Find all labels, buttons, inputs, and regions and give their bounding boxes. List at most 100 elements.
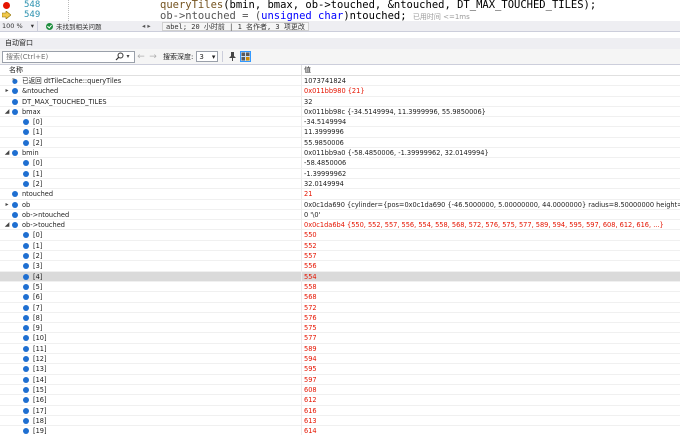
variable-row[interactable]: [10] 577 (0, 333, 680, 344)
expand-arrow-icon[interactable]: ▸ (3, 200, 11, 210)
variable-row[interactable]: [11] 589 (0, 343, 680, 355)
variable-row[interactable]: [8] 576 (0, 312, 680, 324)
variable-row[interactable]: [19] 614 (0, 426, 680, 435)
variable-value[interactable]: 0x011bb980 {21} (304, 86, 365, 96)
variable-row[interactable]: [9] 575 (0, 323, 680, 334)
collapse-arrow-icon[interactable]: ◢ (3, 220, 11, 230)
variable-value[interactable]: 572 (304, 303, 317, 313)
variable-row[interactable]: [18] 613 (0, 415, 680, 427)
variable-value[interactable]: 575 (304, 323, 317, 333)
perf-tip[interactable]: 已用时间 <=1ms (413, 13, 470, 21)
variable-value[interactable]: 0 '\0' (304, 210, 320, 220)
issue-nav-arrows[interactable]: ◂ ▸ (142, 22, 162, 30)
variable-value[interactable]: 568 (304, 292, 317, 302)
variable-row[interactable]: [4] 554 (0, 271, 680, 282)
variable-value[interactable]: 576 (304, 313, 317, 323)
variable-value[interactable]: 558 (304, 282, 317, 292)
variable-value[interactable]: 0x0c1da690 {cylinder={pos=0x0c1da690 {-4… (304, 200, 680, 210)
git-codelens[interactable]: abel; 20 小时前 | 1 名作者, 3 项更改 (162, 21, 309, 31)
variable-value[interactable]: 608 (304, 385, 317, 395)
variable-row[interactable]: [16] 612 (0, 395, 680, 406)
variable-row[interactable]: ◢ bmax 0x011bb98c {-34.5149994, 11.3999996… (0, 106, 680, 118)
zoom-dropdown[interactable]: 100 % ▾ (0, 20, 38, 32)
variable-row[interactable]: [0] 550 (0, 230, 680, 241)
variable-row[interactable]: ◢ bmin 0x011bb9a0 {-58.4850006, -1.3999996… (0, 148, 680, 159)
code-editor[interactable]: 548 549 queryTiles(bmin, bmax, ob->touch… (0, 0, 680, 21)
variable-row[interactable]: [2] 557 (0, 251, 680, 262)
variable-row[interactable]: [15] 608 (0, 384, 680, 396)
search-back-arrow-icon[interactable]: ← (135, 52, 147, 62)
variable-value[interactable]: 0x011bb9a0 {-58.4850006, -1.39999962, 32… (304, 148, 489, 158)
collapse-arrow-icon[interactable]: ◢ (3, 148, 11, 158)
variable-value[interactable]: 616 (304, 406, 317, 416)
chevron-down-icon[interactable]: ▾ (124, 53, 132, 60)
search-box[interactable]: ▾ (2, 50, 135, 63)
breakpoint-icon[interactable] (3, 2, 10, 9)
variable-value[interactable]: 550 (304, 230, 317, 240)
view-toggle-button[interactable] (240, 51, 252, 62)
variable-row[interactable]: ◢ ob->touched 0x0c1da6b4 {550, 552, 557, 5… (0, 220, 680, 231)
issues-indicator[interactable]: 未找到相关问题 (38, 21, 142, 31)
variable-value[interactable]: 595 (304, 364, 317, 374)
variable-row[interactable]: [1] 552 (0, 240, 680, 252)
variable-value[interactable]: 554 (304, 272, 317, 282)
variable-value[interactable]: 0x011bb98c {-34.5149994, 11.3999996, 55.… (304, 107, 486, 117)
variable-value[interactable]: 0x0c1da6b4 {550, 552, 557, 556, 554, 558… (304, 220, 664, 230)
expand-arrow-icon[interactable]: ▸ (3, 86, 11, 96)
variable-row[interactable]: ▸ ob 0x0c1da690 {cylinder={pos=0x0c1da690 … (0, 199, 680, 210)
search-icon[interactable] (115, 52, 124, 61)
variable-row[interactable]: [1] -1.39999962 (0, 168, 680, 179)
variable-value[interactable]: 556 (304, 261, 317, 271)
variable-value[interactable]: 597 (304, 375, 317, 385)
search-forward-arrow-icon[interactable]: → (147, 52, 159, 62)
variable-value[interactable]: 612 (304, 395, 317, 405)
variable-value[interactable]: 589 (304, 344, 317, 354)
variable-value[interactable]: 577 (304, 333, 317, 343)
variable-value[interactable]: 32 (304, 97, 312, 107)
variable-row[interactable]: ▸ &ntouched 0x011bb980 {21} (0, 86, 680, 97)
variable-row[interactable]: ob->ntouched 0 '\0' (0, 209, 680, 221)
code-line-549[interactable]: ob->ntouched = (unsigned char)ntouched; … (160, 10, 470, 21)
variable-value[interactable]: 557 (304, 251, 317, 261)
editor-gutter[interactable]: 548 549 (0, 0, 56, 21)
variable-row[interactable]: [6] 568 (0, 292, 680, 303)
variable-value[interactable]: 614 (304, 426, 317, 435)
variable-row[interactable]: 已返回 dtTileCache::queryTiles 1073741824 (0, 76, 680, 87)
collapse-arrow-icon[interactable]: ◢ (3, 107, 11, 117)
variable-row[interactable]: [0] -34.5149994 (0, 117, 680, 128)
variable-value[interactable]: 11.3999996 (304, 127, 344, 137)
column-resize-handle[interactable] (301, 65, 302, 76)
variable-value[interactable]: 613 (304, 416, 317, 426)
column-header-value[interactable]: 值 (304, 65, 311, 76)
chevron-left-icon[interactable]: ◂ (142, 22, 145, 30)
variable-value[interactable]: 1073741824 (304, 76, 346, 86)
variable-row[interactable]: [12] 594 (0, 354, 680, 365)
chevron-right-icon[interactable]: ▸ (147, 22, 150, 30)
variable-row[interactable]: [2] 32.0149994 (0, 178, 680, 190)
variable-value[interactable]: 594 (304, 354, 317, 364)
variable-row[interactable]: [0] -58.4850006 (0, 158, 680, 169)
variable-value[interactable]: 55.9850006 (304, 138, 344, 148)
variable-row[interactable]: [1] 11.3999996 (0, 127, 680, 138)
variable-value[interactable]: -1.39999962 (304, 169, 346, 179)
variable-row[interactable]: ntouched 21 (0, 189, 680, 200)
variable-row[interactable]: [5] 558 (0, 281, 680, 293)
autos-variable-list[interactable]: 已返回 dtTileCache::queryTiles 1073741824 ▸ &n… (0, 76, 680, 435)
variable-row[interactable]: [13] 595 (0, 364, 680, 375)
variable-row[interactable]: [7] 572 (0, 302, 680, 313)
return-value-icon (11, 78, 18, 84)
variable-value[interactable]: 552 (304, 241, 317, 251)
variable-row[interactable]: [17] 616 (0, 405, 680, 416)
column-header-name[interactable]: 名称 (9, 65, 23, 76)
variable-value[interactable]: -58.4850006 (304, 158, 346, 168)
variable-value[interactable]: 21 (304, 189, 312, 199)
variable-row[interactable]: [14] 597 (0, 374, 680, 385)
variable-row[interactable]: [2] 55.9850006 (0, 137, 680, 149)
variable-value[interactable]: -34.5149994 (304, 117, 346, 127)
pin-source-button[interactable] (227, 51, 238, 62)
variable-row[interactable]: [3] 556 (0, 261, 680, 272)
variable-value[interactable]: 32.0149994 (304, 179, 344, 189)
search-input[interactable] (3, 52, 115, 61)
search-depth-select[interactable]: 3 ▾ (196, 51, 219, 62)
variable-row[interactable]: DT_MAX_TOUCHED_TILES 32 (0, 96, 680, 107)
